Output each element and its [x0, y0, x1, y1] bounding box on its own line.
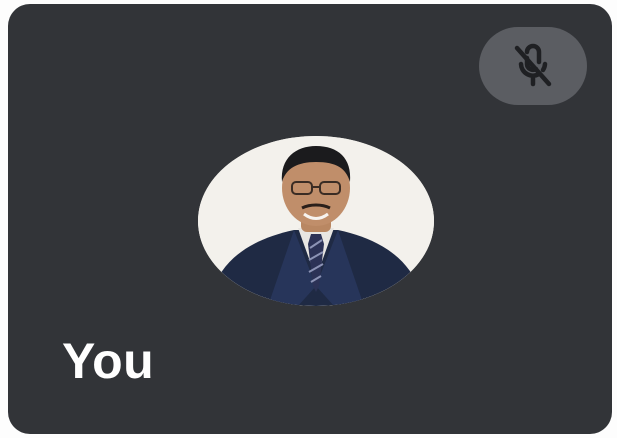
- mic-off-icon: [514, 43, 552, 87]
- avatar: [198, 136, 434, 306]
- profile-photo: [198, 136, 434, 306]
- participant-tile[interactable]: You: [8, 4, 612, 434]
- participant-name: You: [62, 333, 155, 389]
- mic-status-indicator: [479, 27, 587, 105]
